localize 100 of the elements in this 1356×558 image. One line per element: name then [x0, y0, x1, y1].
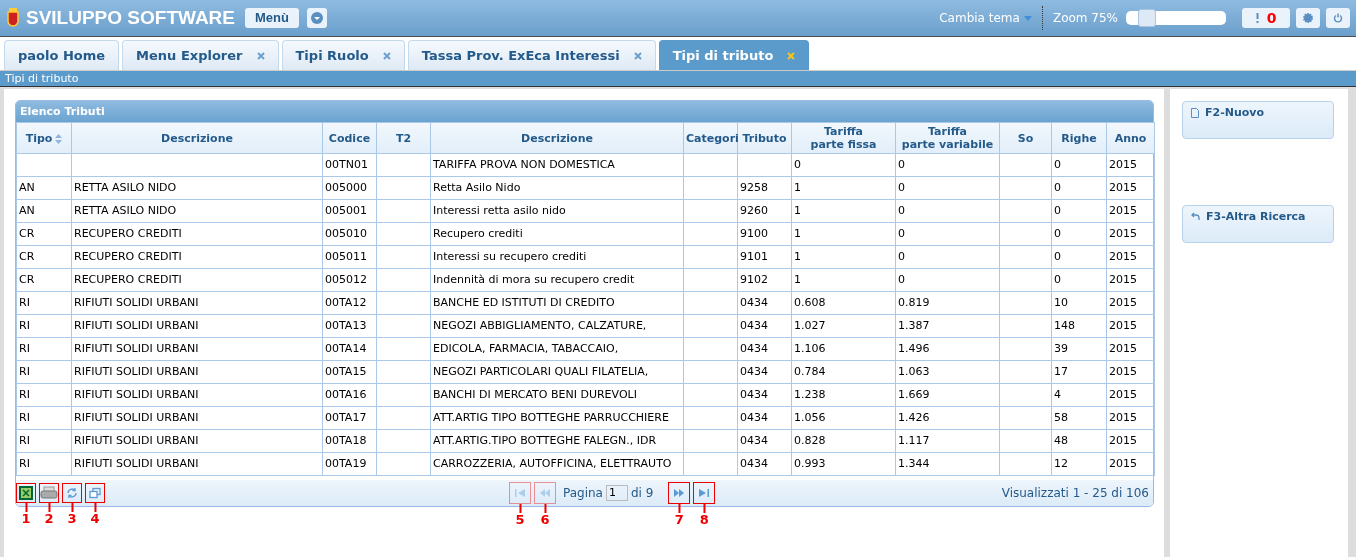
zoom-slider[interactable]	[1126, 11, 1226, 25]
table-cell	[683, 452, 738, 476]
table-cell: 1.496	[895, 337, 1000, 361]
callout-number: 3	[67, 503, 77, 526]
table-cell: RIFIUTI SOLIDI URBANI	[71, 360, 323, 384]
table-cell: 1.056	[791, 406, 896, 430]
table-cell	[999, 153, 1052, 177]
table-cell	[683, 360, 738, 384]
column-header[interactable]: Categori	[683, 122, 738, 154]
table-cell: 0	[1051, 268, 1107, 292]
crest-icon	[6, 8, 20, 28]
printer-icon	[40, 486, 58, 500]
breadcrumb-bar: Tipi di tributo	[0, 71, 1356, 87]
refresh-button[interactable]	[62, 483, 82, 503]
column-header[interactable]: Tariffa parte variabile	[895, 122, 1000, 154]
spreadsheet-icon	[19, 486, 33, 500]
table-cell	[999, 452, 1052, 476]
tab[interactable]: Tassa Prov. ExEca Interessi	[407, 40, 656, 70]
next-page-button[interactable]	[668, 482, 691, 504]
table-cell: RIFIUTI SOLIDI URBANI	[71, 452, 323, 476]
column-header[interactable]: Codice	[322, 122, 377, 154]
table-cell: CARROZZERIA, AUTOFFICINA, ELETTRAUTO	[430, 452, 684, 476]
print-button[interactable]	[39, 483, 59, 503]
table-cell: 0.608	[791, 291, 896, 315]
close-icon[interactable]	[787, 51, 796, 60]
tab[interactable]: Tipi Ruolo	[281, 40, 405, 70]
last-page-button[interactable]	[693, 482, 716, 504]
table-cell	[683, 199, 738, 223]
callout-number: 5	[515, 504, 525, 527]
column-header[interactable]: Descrizione	[71, 122, 323, 154]
table-cell: 9101	[737, 245, 792, 269]
tab[interactable]: Menu Explorer	[122, 40, 279, 70]
table-cell: 0	[895, 222, 1000, 246]
table-cell: 0.993	[791, 452, 896, 476]
table-cell	[999, 314, 1052, 338]
table-cell: 0434	[737, 452, 792, 476]
column-header[interactable]: Tariffa parte fissa	[791, 122, 896, 154]
table-cell: 00TA14	[322, 337, 377, 361]
table-cell: BANCHE ED ISTITUTI DI CREDITO	[430, 291, 684, 315]
table-cell: 0	[1051, 153, 1107, 177]
table-cell: BANCHI DI MERCATO BENI DUREVOLI	[430, 383, 684, 407]
window-button[interactable]	[85, 483, 105, 503]
close-icon[interactable]	[633, 51, 642, 60]
column-header[interactable]: Anno	[1106, 122, 1155, 154]
settings-button[interactable]	[1296, 8, 1320, 28]
callout-number: 4	[90, 503, 100, 526]
dropdown-button[interactable]	[307, 8, 327, 28]
power-button[interactable]	[1326, 8, 1350, 28]
next-page-icon	[674, 489, 685, 497]
table-cell: 2015	[1106, 222, 1155, 246]
excel-button[interactable]	[16, 483, 36, 503]
menu-button[interactable]: Menù	[245, 8, 299, 28]
table-cell: RECUPERO CREDITI	[71, 245, 323, 269]
table-cell	[376, 245, 431, 269]
sort-icon	[55, 133, 63, 144]
slider-thumb[interactable]	[1138, 9, 1157, 27]
table-cell	[683, 383, 738, 407]
table-cell: 1	[791, 222, 896, 246]
table-cell: 2015	[1106, 360, 1155, 384]
table-cell: 00TA17	[322, 406, 377, 430]
table-cell: RIFIUTI SOLIDI URBANI	[71, 406, 323, 430]
table-cell	[683, 245, 738, 269]
table-cell: 0.828	[791, 429, 896, 453]
table-cell	[999, 360, 1052, 384]
table-cell: RI	[16, 314, 72, 338]
close-icon[interactable]	[256, 51, 265, 60]
settings-icon	[1303, 13, 1313, 23]
table-cell: RI	[16, 452, 72, 476]
table-cell: RIFIUTI SOLIDI URBANI	[71, 291, 323, 315]
table-cell: NEGOZI PARTICOLARI QUALI FILATELIA,	[430, 360, 684, 384]
table-cell: NEGOZI ABBIGLIAMENTO, CALZATURE,	[430, 314, 684, 338]
close-icon[interactable]	[382, 51, 391, 60]
column-header[interactable]: Tributo	[737, 122, 792, 154]
column-header[interactable]: Tipo	[16, 122, 72, 154]
table-cell	[683, 429, 738, 453]
column-header[interactable]: So	[999, 122, 1052, 154]
table-cell: 2015	[1106, 153, 1155, 177]
table-cell: 00TA19	[322, 452, 377, 476]
table-cell: 00TA16	[322, 383, 377, 407]
tab[interactable]: paolo Home	[4, 40, 120, 70]
table-cell: 0	[895, 176, 1000, 200]
table-cell	[999, 222, 1052, 246]
table-cell: 2015	[1106, 383, 1155, 407]
table-cell: 9258	[737, 176, 792, 200]
page-field[interactable]: 1	[605, 485, 628, 501]
table-cell: 005001	[322, 199, 377, 223]
alerts-button[interactable]: 0	[1242, 8, 1290, 28]
table-cell: RI	[16, 360, 72, 384]
previous-page-icon	[540, 489, 550, 497]
column-header[interactable]: Righe	[1051, 122, 1107, 154]
action-button[interactable]: F2-Nuovo	[1182, 101, 1334, 139]
column-header[interactable]: T2	[376, 122, 431, 154]
action-button[interactable]: F3-Altra Ricerca	[1182, 205, 1334, 243]
table-cell: 1.669	[895, 383, 1000, 407]
table-cell	[376, 429, 431, 453]
table-cell: 1	[791, 245, 896, 269]
table-cell: 0	[895, 153, 1000, 177]
table-cell: Interessi su recupero crediti	[430, 245, 684, 269]
column-header[interactable]: Descrizione	[430, 122, 684, 154]
table-cell	[376, 360, 431, 384]
